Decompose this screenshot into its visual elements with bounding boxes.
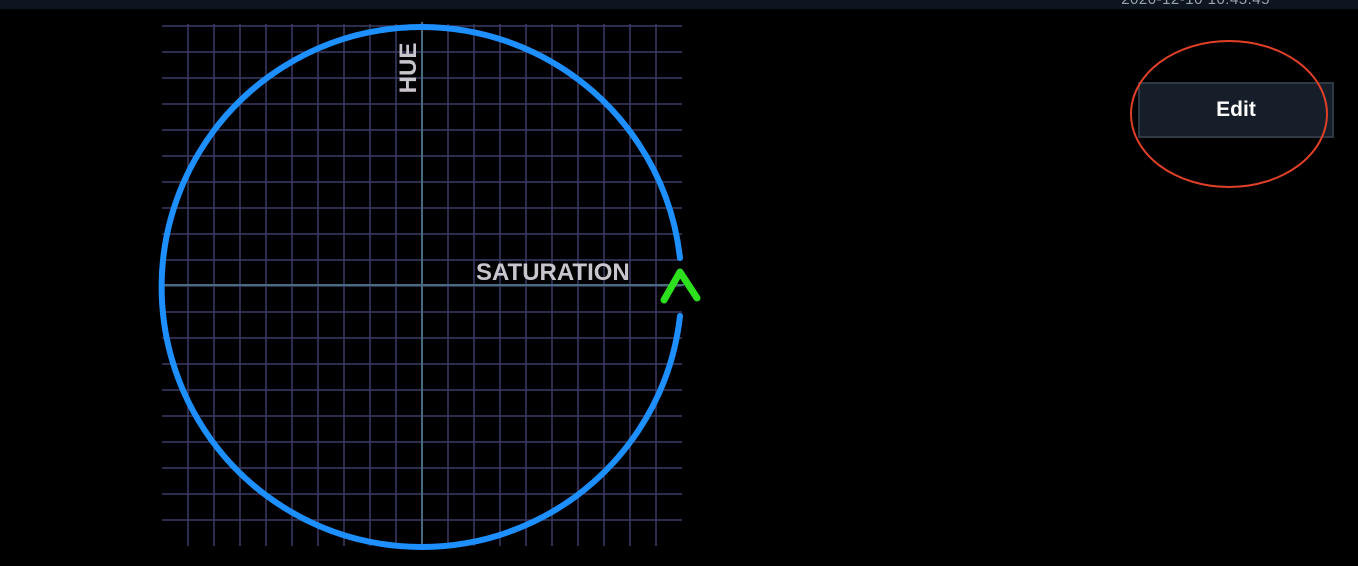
saturation-axis-label: SATURATION	[476, 259, 630, 286]
vectorscope-page: 2020-12-10 10:45:45 HUE SATURATION Edit	[0, 0, 1358, 566]
edit-button[interactable]: Edit	[1138, 82, 1334, 138]
vectorscope-wheel: HUE SATURATION	[158, 22, 701, 550]
timestamp: 2020-12-10 10:45:45	[1121, 0, 1270, 8]
hue-axis-label: HUE	[395, 43, 422, 94]
